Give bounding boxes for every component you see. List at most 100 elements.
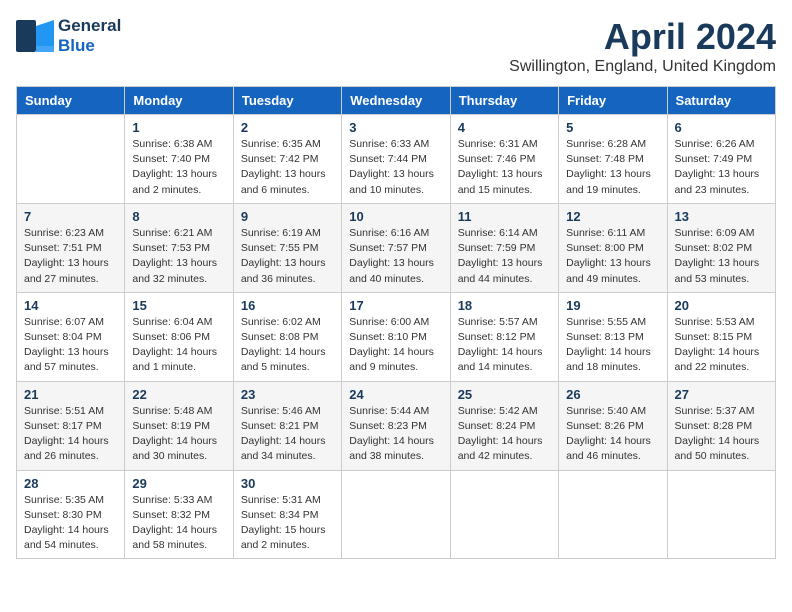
- day-number: 8: [132, 209, 225, 224]
- weekday-header-saturday: Saturday: [667, 87, 775, 115]
- calendar-cell: 27 Sunrise: 5:37 AM Sunset: 8:28 PM Dayli…: [667, 381, 775, 470]
- day-info: Sunrise: 6:07 AM Sunset: 8:04 PM Dayligh…: [24, 315, 117, 376]
- day-info: Sunrise: 5:33 AM Sunset: 8:32 PM Dayligh…: [132, 493, 225, 554]
- day-info: Sunrise: 6:21 AM Sunset: 7:53 PM Dayligh…: [132, 226, 225, 287]
- day-number: 1: [132, 120, 225, 135]
- calendar-cell: 10 Sunrise: 6:16 AM Sunset: 7:57 PM Dayli…: [342, 203, 450, 292]
- calendar-week-row: 21Sunrise: 5:51 AM Sunset: 8:17 PM Dayli…: [17, 381, 776, 470]
- day-number: 14: [24, 298, 117, 313]
- day-info: Sunrise: 6:09 AM Sunset: 8:02 PM Dayligh…: [675, 226, 768, 287]
- day-number: 23: [241, 387, 334, 402]
- weekday-header-row: SundayMondayTuesdayWednesdayThursdayFrid…: [17, 87, 776, 115]
- calendar-cell: 4 Sunrise: 6:31 AM Sunset: 7:46 PM Daylig…: [450, 115, 558, 204]
- calendar-cell: 17 Sunrise: 6:00 AM Sunset: 8:10 PM Dayli…: [342, 292, 450, 381]
- day-info: Sunrise: 5:51 AM Sunset: 8:17 PM Dayligh…: [24, 404, 117, 465]
- day-info: Sunrise: 5:55 AM Sunset: 8:13 PM Dayligh…: [566, 315, 659, 376]
- weekday-header-wednesday: Wednesday: [342, 87, 450, 115]
- day-info: Sunrise: 6:26 AM Sunset: 7:49 PM Dayligh…: [675, 137, 768, 198]
- day-number: 5: [566, 120, 659, 135]
- calendar-cell: 15 Sunrise: 6:04 AM Sunset: 8:06 PM Dayli…: [125, 292, 233, 381]
- month-title: April 2024: [509, 16, 776, 58]
- weekday-header-sunday: Sunday: [17, 87, 125, 115]
- day-info: Sunrise: 5:35 AM Sunset: 8:30 PM Dayligh…: [24, 493, 117, 554]
- day-info: Sunrise: 6:16 AM Sunset: 7:57 PM Dayligh…: [349, 226, 442, 287]
- day-info: Sunrise: 6:14 AM Sunset: 7:59 PM Dayligh…: [458, 226, 551, 287]
- day-number: 6: [675, 120, 768, 135]
- calendar-cell: 24 Sunrise: 5:44 AM Sunset: 8:23 PM Dayli…: [342, 381, 450, 470]
- calendar-cell: 11 Sunrise: 6:14 AM Sunset: 7:59 PM Dayli…: [450, 203, 558, 292]
- day-number: 3: [349, 120, 442, 135]
- day-number: 4: [458, 120, 551, 135]
- calendar-cell: [559, 470, 667, 559]
- day-info: Sunrise: 6:11 AM Sunset: 8:00 PM Dayligh…: [566, 226, 659, 287]
- calendar-cell: [342, 470, 450, 559]
- day-info: Sunrise: 6:28 AM Sunset: 7:48 PM Dayligh…: [566, 137, 659, 198]
- logo-icon: [16, 20, 54, 52]
- location: Swillington, England, United Kingdom: [509, 58, 776, 76]
- calendar-cell: 29 Sunrise: 5:33 AM Sunset: 8:32 PM Dayli…: [125, 470, 233, 559]
- calendar-week-row: 14 Sunrise: 6:07 AM Sunset: 8:04 PM Dayli…: [17, 292, 776, 381]
- day-number: 15: [132, 298, 225, 313]
- day-number: 27: [675, 387, 768, 402]
- day-info: Sunrise: 6:04 AM Sunset: 8:06 PM Dayligh…: [132, 315, 225, 376]
- calendar-cell: 7 Sunrise: 6:23 AM Sunset: 7:51 PM Daylig…: [17, 203, 125, 292]
- day-info: Sunrise: 6:19 AM Sunset: 7:55 PM Dayligh…: [241, 226, 334, 287]
- day-number: 26: [566, 387, 659, 402]
- day-number: 17: [349, 298, 442, 313]
- day-number: 24: [349, 387, 442, 402]
- day-info: Sunrise: 5:57 AM Sunset: 8:12 PM Dayligh…: [458, 315, 551, 376]
- calendar-cell: 3Sunrise: 6:33 AM Sunset: 7:44 PM Daylig…: [342, 115, 450, 204]
- day-number: 10: [349, 209, 442, 224]
- day-number: 29: [132, 476, 225, 491]
- day-number: 2: [241, 120, 334, 135]
- day-number: 9: [241, 209, 334, 224]
- calendar-cell: 22Sunrise: 5:48 AM Sunset: 8:19 PM Dayli…: [125, 381, 233, 470]
- calendar-cell: 13 Sunrise: 6:09 AM Sunset: 8:02 PM Dayli…: [667, 203, 775, 292]
- calendar-cell: [667, 470, 775, 559]
- calendar-cell: [17, 115, 125, 204]
- day-number: 13: [675, 209, 768, 224]
- day-info: Sunrise: 5:46 AM Sunset: 8:21 PM Dayligh…: [241, 404, 334, 465]
- title-area: April 2024 Swillington, England, United …: [509, 16, 776, 76]
- day-info: Sunrise: 6:31 AM Sunset: 7:46 PM Dayligh…: [458, 137, 551, 198]
- calendar-cell: [450, 470, 558, 559]
- day-info: Sunrise: 6:35 AM Sunset: 7:42 PM Dayligh…: [241, 137, 334, 198]
- day-info: Sunrise: 6:02 AM Sunset: 8:08 PM Dayligh…: [241, 315, 334, 376]
- calendar-table: SundayMondayTuesdayWednesdayThursdayFrid…: [16, 86, 776, 559]
- day-info: Sunrise: 5:37 AM Sunset: 8:28 PM Dayligh…: [675, 404, 768, 465]
- day-info: Sunrise: 5:40 AM Sunset: 8:26 PM Dayligh…: [566, 404, 659, 465]
- calendar-cell: 1 Sunrise: 6:38 AM Sunset: 7:40 PM Daylig…: [125, 115, 233, 204]
- calendar-cell: 2 Sunrise: 6:35 AM Sunset: 7:42 PM Daylig…: [233, 115, 341, 204]
- day-number: 16: [241, 298, 334, 313]
- calendar-cell: 19 Sunrise: 5:55 AM Sunset: 8:13 PM Dayli…: [559, 292, 667, 381]
- day-info: Sunrise: 5:42 AM Sunset: 8:24 PM Dayligh…: [458, 404, 551, 465]
- weekday-header-thursday: Thursday: [450, 87, 558, 115]
- day-number: 11: [458, 209, 551, 224]
- weekday-header-friday: Friday: [559, 87, 667, 115]
- day-number: 7: [24, 209, 117, 224]
- day-info: Sunrise: 5:53 AM Sunset: 8:15 PM Dayligh…: [675, 315, 768, 376]
- day-info: Sunrise: 5:48 AM Sunset: 8:19 PM Dayligh…: [132, 404, 225, 465]
- calendar-cell: 28 Sunrise: 5:35 AM Sunset: 8:30 PM Dayli…: [17, 470, 125, 559]
- day-info: Sunrise: 6:23 AM Sunset: 7:51 PM Dayligh…: [24, 226, 117, 287]
- calendar-cell: 12 Sunrise: 6:11 AM Sunset: 8:00 PM Dayli…: [559, 203, 667, 292]
- weekday-header-monday: Monday: [125, 87, 233, 115]
- day-info: Sunrise: 5:44 AM Sunset: 8:23 PM Dayligh…: [349, 404, 442, 465]
- day-number: 19: [566, 298, 659, 313]
- day-number: 18: [458, 298, 551, 313]
- calendar-cell: 20 Sunrise: 5:53 AM Sunset: 8:15 PM Dayli…: [667, 292, 775, 381]
- day-info: Sunrise: 5:31 AM Sunset: 8:34 PM Dayligh…: [241, 493, 334, 554]
- calendar-cell: 30Sunrise: 5:31 AM Sunset: 8:34 PM Dayli…: [233, 470, 341, 559]
- day-info: Sunrise: 6:00 AM Sunset: 8:10 PM Dayligh…: [349, 315, 442, 376]
- calendar-cell: 16 Sunrise: 6:02 AM Sunset: 8:08 PM Dayli…: [233, 292, 341, 381]
- day-number: 28: [24, 476, 117, 491]
- day-number: 12: [566, 209, 659, 224]
- day-number: 20: [675, 298, 768, 313]
- day-info: Sunrise: 6:38 AM Sunset: 7:40 PM Dayligh…: [132, 137, 225, 198]
- calendar-week-row: 7 Sunrise: 6:23 AM Sunset: 7:51 PM Daylig…: [17, 203, 776, 292]
- header: General Blue April 2024 Swillington, Eng…: [16, 16, 776, 76]
- calendar-week-row: 1 Sunrise: 6:38 AM Sunset: 7:40 PM Daylig…: [17, 115, 776, 204]
- day-number: 25: [458, 387, 551, 402]
- calendar-cell: 14 Sunrise: 6:07 AM Sunset: 8:04 PM Dayli…: [17, 292, 125, 381]
- calendar-cell: 18 Sunrise: 5:57 AM Sunset: 8:12 PM Dayli…: [450, 292, 558, 381]
